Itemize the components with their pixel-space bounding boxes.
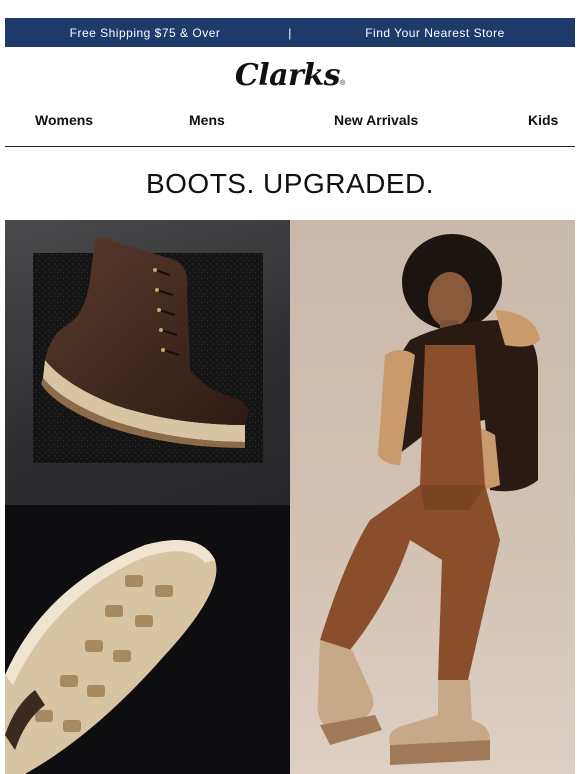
nav-womens[interactable]: Womens	[35, 112, 93, 128]
main-nav: Womens Mens New Arrivals Kids	[0, 108, 580, 132]
promo-bar: Free Shipping $75 & Over | Find Your Nea…	[5, 18, 575, 47]
brand-logo[interactable]: Clarks®	[0, 58, 580, 93]
nav-divider	[5, 146, 575, 147]
sole-image[interactable]	[5, 505, 290, 774]
nav-mens[interactable]: Mens	[189, 112, 225, 128]
logo-text: Clarks	[234, 58, 341, 93]
promo-separator: |	[288, 25, 292, 40]
nav-new-arrivals[interactable]: New Arrivals	[334, 112, 418, 128]
find-store-link[interactable]: Find Your Nearest Store	[295, 26, 575, 40]
boot-illustration	[33, 237, 263, 463]
model-illustration	[317, 234, 540, 765]
free-shipping-link[interactable]: Free Shipping $75 & Over	[5, 26, 285, 40]
boot-image[interactable]	[5, 220, 290, 505]
logo-registered-mark: ®	[340, 80, 346, 87]
model-image[interactable]	[290, 220, 575, 774]
sole-illustration	[5, 540, 217, 774]
hero-headline: BOOTS. UPGRADED.	[145, 168, 435, 199]
nav-kids[interactable]: Kids	[528, 112, 558, 128]
